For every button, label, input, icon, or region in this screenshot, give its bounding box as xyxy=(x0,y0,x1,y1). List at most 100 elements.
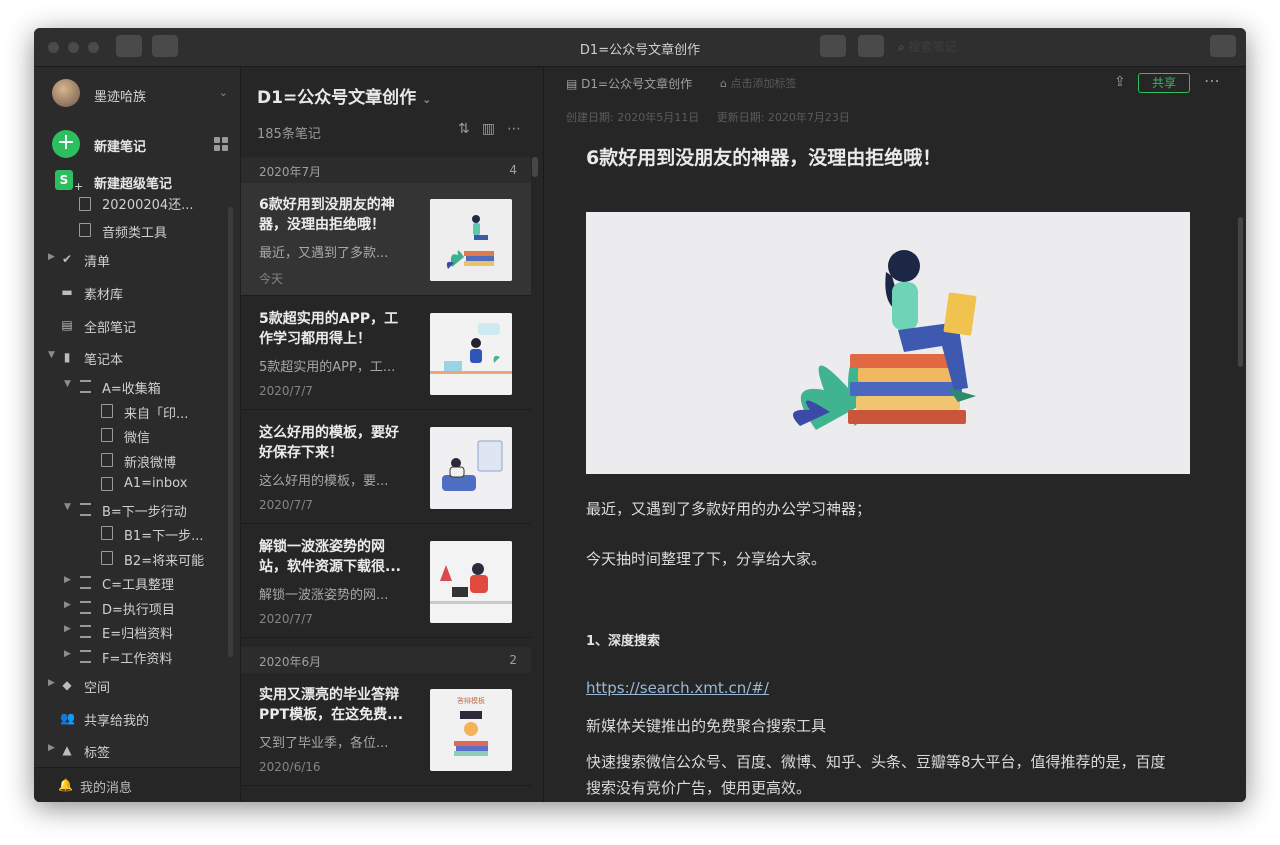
super-note-icon: S xyxy=(55,170,73,190)
notebook-stack-label: E=归档资料 xyxy=(102,627,174,642)
search-icon: ⌕ xyxy=(898,40,909,54)
sidebar-item-tags[interactable]: ▶ ▲ 标签 xyxy=(48,740,228,762)
expand-arrow-icon[interactable]: ▶ xyxy=(64,575,71,585)
note-list: D1=公众号文章创作 ⌄ 185条笔记 ⇅▥⋯ 2020年7月 4 6款好用到没… xyxy=(241,67,544,802)
notebook-item[interactable]: 来自「印... xyxy=(100,401,228,423)
note-list-toolbar: ⇅▥⋯ xyxy=(458,121,533,137)
more-options-icon[interactable]: ⋯ xyxy=(1204,71,1221,90)
note-title: 解锁一波涨姿势的网站，软件资源下载很... xyxy=(259,539,401,575)
note-card[interactable]: 解锁一波涨姿势的网站，软件资源下载很... 解锁一波涨姿势的网... 2020/… xyxy=(241,525,531,638)
note-list-scrollbar[interactable] xyxy=(532,157,538,177)
month-count: 4 xyxy=(509,163,517,177)
note-editor: ▤ D1=公众号文章创作 ⌂ 点击添加标签 ⇪ 共享 ⋯ 创建日期: 2020年… xyxy=(544,67,1246,802)
expand-arrow-icon[interactable]: ▶ xyxy=(48,252,55,262)
notebook-breadcrumb[interactable]: ▤ D1=公众号文章创作 xyxy=(566,75,692,92)
created-date: 创建日期: 2020年5月11日 xyxy=(566,111,700,124)
notebook-item[interactable]: A1=inbox xyxy=(100,474,228,496)
note-card[interactable]: 实用又漂亮的毕业答辩PPT模板，在这免费... 又到了毕业季，各位... 202… xyxy=(241,673,531,786)
notebook-stack-label: C=工具整理 xyxy=(102,578,174,593)
editor-scrollbar[interactable] xyxy=(1238,217,1243,367)
shortcut-item[interactable]: 20200204还... xyxy=(78,195,228,213)
note-icon xyxy=(78,223,92,237)
notebook-label: B2=将来可能 xyxy=(124,554,205,569)
notebook-stack-label: F=工作资料 xyxy=(102,652,173,667)
messages-bar[interactable]: 🔔 我的消息 xyxy=(34,767,240,802)
stack-icon xyxy=(78,502,92,516)
search-input[interactable]: ⌕ 搜索笔记 xyxy=(898,38,1188,56)
link[interactable]: https://search.xmt.cn/#/ xyxy=(586,679,1196,697)
sidebar-item-label: 全部笔记 xyxy=(84,321,137,336)
expand-arrow-icon[interactable]: ▶ xyxy=(64,600,71,610)
notebook-item[interactable]: 新浪微博 xyxy=(100,450,228,472)
note-card[interactable]: 6款好用到没朋友的神器，没理由拒绝哦！ 最近，又遇到了多款... 今天 xyxy=(241,183,531,296)
expand-arrow-icon[interactable]: ▶ xyxy=(64,649,71,659)
collapse-arrow-icon[interactable]: ▼ xyxy=(64,502,71,512)
sidebar-item-all-notes[interactable]: ▤ 全部笔记 xyxy=(48,315,228,337)
account-button[interactable] xyxy=(858,35,884,57)
stack-icon xyxy=(78,575,92,589)
app-window: D1=公众号文章创作 ⌕ 搜索笔记 墨迹哈族 ⌄ + 新建笔记 S + 新建超级… xyxy=(34,28,1246,802)
new-note-button[interactable]: + 新建笔记 xyxy=(52,130,228,158)
add-tag-field[interactable]: ⌂ 点击添加标签 xyxy=(720,75,796,91)
notebook-stack-e[interactable]: ▶ E=归档资料 xyxy=(64,621,228,643)
notebook-label: A1=inbox xyxy=(124,476,188,491)
avatar xyxy=(52,79,80,107)
collapse-arrow-icon[interactable]: ▼ xyxy=(64,379,71,389)
export-icon[interactable]: ⇪ xyxy=(1114,74,1126,90)
shortcut-item[interactable]: 音频类工具 xyxy=(78,220,228,242)
user-menu[interactable]: 墨迹哈族 ⌄ xyxy=(52,79,228,109)
sidebar-item-space[interactable]: ▶ ◆ 空间 xyxy=(48,675,228,697)
expand-arrow-icon[interactable]: ▶ xyxy=(64,624,71,634)
tag-icon: ⌂ xyxy=(720,77,731,90)
notebook-label: 来自「印... xyxy=(124,407,189,422)
notebook-item[interactable]: 微信 xyxy=(100,425,228,447)
notebook-stack-f[interactable]: ▶ F=工作资料 xyxy=(64,646,228,668)
sidebar-item-label: 素材库 xyxy=(84,288,124,303)
sort-icon[interactable]: ⇅ xyxy=(458,121,482,137)
collapse-arrow-icon[interactable]: ▼ xyxy=(48,350,55,360)
sidebar: 墨迹哈族 ⌄ + 新建笔记 S + 新建超级笔记 20200204还... 音频… xyxy=(34,67,241,802)
notebook-item[interactable]: B1=下一步... xyxy=(100,523,228,545)
expand-arrow-icon[interactable]: ▶ xyxy=(48,743,55,753)
note-date: 2020/7/7 xyxy=(259,498,313,512)
sidebar-item-checklist[interactable]: ▶ ✔ 清单 xyxy=(48,249,228,271)
notebook-stack-c[interactable]: ▶ C=工具整理 xyxy=(64,572,228,594)
notebook-stack-a[interactable]: ▼ A=收集箱 xyxy=(64,376,228,398)
notebook-stack-d[interactable]: ▶ D=执行项目 xyxy=(64,597,228,619)
share-button[interactable]: 共享 xyxy=(1138,73,1190,93)
chevron-down-icon: ⌄ xyxy=(422,93,432,106)
stack-icon xyxy=(78,379,92,393)
sidebar-item-notebooks[interactable]: ▼ ▮ 笔记本 xyxy=(48,347,228,369)
toolbar-menu-button[interactable] xyxy=(1210,35,1236,57)
sidebar-scrollbar[interactable] xyxy=(228,207,233,657)
view-toggle-icon[interactable]: ▥ xyxy=(482,121,507,137)
new-super-note-button[interactable]: S + 新建超级笔记 xyxy=(52,170,228,196)
notebook-page-icon xyxy=(100,551,114,565)
sync-button[interactable] xyxy=(820,35,846,57)
folder-icon: ▬ xyxy=(61,285,73,299)
note-card[interactable]: 5款超实用的APP，工作学习都用得上！ 5款超实用的APP，工... 2020/… xyxy=(241,297,531,410)
more-icon[interactable]: ⋯ xyxy=(507,121,533,137)
note-snippet: 这么好用的模板，要... xyxy=(259,474,389,489)
paragraph: 快速搜索微信公众号、百度、微博、知乎、头条、豆瓣等8大平台，值得推荐的是，百度搜… xyxy=(586,753,1166,797)
notebook-icon: ▤ xyxy=(566,77,582,91)
note-body[interactable]: 6款好用到没朋友的神器，没理由拒绝哦！ 最近，又遇到了多款好用的办公学习神器； … xyxy=(586,143,1196,802)
expand-arrow-icon[interactable]: ▶ xyxy=(48,678,55,688)
note-thumbnail xyxy=(430,313,512,395)
sidebar-item-materials[interactable]: ▬ 素材库 xyxy=(48,282,228,304)
sidebar-item-shared[interactable]: 👥 共享给我的 xyxy=(48,708,228,730)
notebook-stack-label: D=执行项目 xyxy=(102,603,175,618)
note-date: 2020/7/7 xyxy=(259,612,313,626)
stack-icon xyxy=(78,600,92,614)
paragraph: 最近，又遇到了多款好用的办公学习神器； xyxy=(586,500,872,518)
user-name: 墨迹哈族 xyxy=(94,90,147,105)
notebook-stack-b[interactable]: ▼ B=下一步行动 xyxy=(64,499,228,521)
notebook-title[interactable]: D1=公众号文章创作 ⌄ xyxy=(257,83,431,108)
note-snippet: 最近，又遇到了多款... xyxy=(259,246,389,261)
note-thumbnail: 答辩模板 xyxy=(430,689,512,771)
note-date: 2020/6/16 xyxy=(259,760,321,774)
note-count: 185条笔记 xyxy=(257,127,321,142)
notebook-item[interactable]: B2=将来可能 xyxy=(100,548,228,570)
note-card[interactable]: 这么好用的模板，要好好保存下来！ 这么好用的模板，要... 2020/7/7 xyxy=(241,411,531,524)
templates-grid-icon[interactable] xyxy=(214,137,228,151)
